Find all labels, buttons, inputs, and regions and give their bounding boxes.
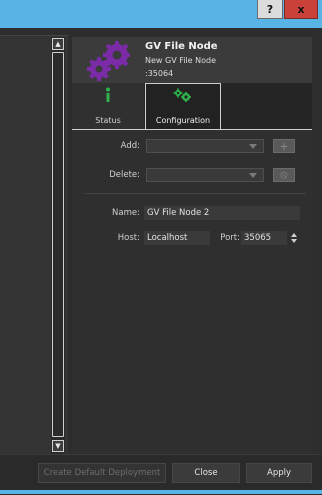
create-default-deployment-button[interactable]: Create Default Deployment	[38, 463, 166, 483]
info-icon	[106, 87, 110, 102]
node-port-text: :35064	[145, 69, 174, 78]
delete-button[interactable]: ⦸	[273, 168, 295, 182]
window-titlebar: ? x	[0, 0, 322, 28]
plus-icon: +	[279, 139, 289, 153]
add-combobox[interactable]	[146, 139, 264, 153]
chevron-down-icon	[249, 144, 257, 149]
node-subtitle: New GV File Node	[145, 56, 217, 65]
port-stepper[interactable]	[290, 231, 298, 245]
window-bottom-border	[0, 490, 322, 494]
delete-combobox[interactable]	[146, 168, 264, 182]
add-button[interactable]: +	[273, 139, 295, 153]
vertical-scrollbar[interactable]: ▲ ▼	[51, 37, 65, 454]
add-label: Add:	[120, 141, 140, 151]
port-label: Port:	[220, 233, 240, 243]
close-button[interactable]: Close	[172, 463, 240, 483]
tab-bar: Status Configuration	[72, 83, 312, 129]
arrow-down-icon[interactable]: ▼	[52, 440, 64, 452]
no-entry-icon: ⦸	[280, 168, 288, 181]
apply-button[interactable]: Apply	[246, 463, 312, 483]
host-field[interactable]: Localhost	[144, 231, 210, 245]
help-button[interactable]: ?	[257, 0, 283, 19]
dialog-footer: Create Default Deployment Close Apply	[0, 454, 322, 495]
stepper-down-icon[interactable]	[291, 239, 297, 243]
divider	[84, 193, 306, 194]
node-header: GV File Node New GV File Node :35064	[72, 37, 312, 83]
node-details-pane: GV File Node New GV File Node :35064 Sta…	[72, 37, 312, 455]
window-close-button[interactable]: x	[284, 0, 318, 19]
tab-status-label: Status	[95, 116, 121, 125]
node-title: GV File Node	[145, 41, 218, 52]
stepper-up-icon[interactable]	[291, 233, 297, 237]
port-field[interactable]: 35065	[241, 231, 287, 245]
gears-icon	[87, 41, 130, 81]
scrollbar-thumb[interactable]	[52, 52, 64, 437]
tab-status[interactable]: Status	[72, 83, 144, 129]
delete-label: Delete:	[109, 170, 140, 180]
host-label: Host:	[117, 233, 140, 243]
tab-configuration-label: Configuration	[155, 116, 211, 125]
chevron-down-icon	[249, 173, 257, 178]
gears-icon	[173, 88, 191, 102]
name-field[interactable]: GV File Node 2	[144, 206, 300, 220]
name-label: Name:	[112, 208, 140, 218]
configuration-panel: Add: + Delete: ⦸ Name: GV File Node 2 Ho…	[72, 129, 312, 455]
arrow-up-icon[interactable]: ▲	[52, 38, 64, 50]
tab-configuration[interactable]: Configuration	[145, 83, 221, 129]
